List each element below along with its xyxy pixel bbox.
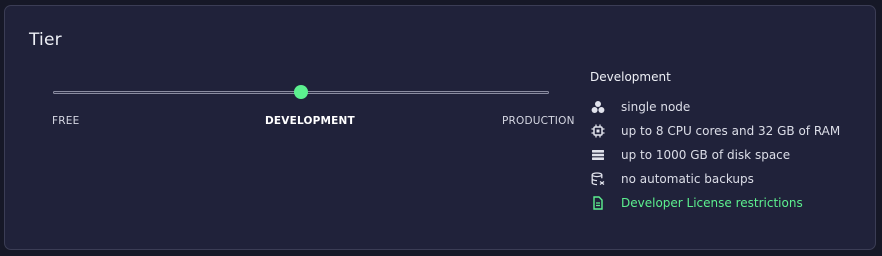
feature-backups: no automatic backups (590, 171, 870, 187)
nodes-icon (591, 100, 605, 114)
tier-slider-thumb[interactable] (294, 85, 308, 99)
tier-option-development[interactable]: DEVELOPMENT (265, 115, 355, 127)
tier-card: Tier FREE DEVELOPMENT PRODUCTION Develop… (4, 5, 876, 250)
feature-text: single node (621, 100, 691, 114)
feature-cpu-ram: up to 8 CPU cores and 32 GB of RAM (590, 123, 870, 139)
no-backup-icon (591, 172, 605, 186)
storage-icon (591, 148, 605, 162)
tier-slider-track[interactable] (53, 85, 549, 99)
tier-option-free[interactable]: FREE (52, 115, 79, 127)
feature-text: no automatic backups (621, 172, 754, 186)
feature-text: up to 8 CPU cores and 32 GB of RAM (621, 124, 841, 138)
cpu-icon (591, 124, 605, 138)
tier-option-production[interactable]: PRODUCTION (502, 115, 575, 127)
feature-disk-space: up to 1000 GB of disk space (590, 147, 870, 163)
license-link[interactable]: Developer License restrictions (621, 196, 803, 210)
feature-license-link[interactable]: Developer License restrictions (590, 195, 870, 211)
document-icon (591, 196, 605, 210)
feature-text: up to 1000 GB of disk space (621, 148, 791, 162)
tier-title: Tier (29, 30, 62, 50)
tier-details-title: Development (590, 70, 671, 84)
feature-single-node: single node (590, 99, 870, 115)
